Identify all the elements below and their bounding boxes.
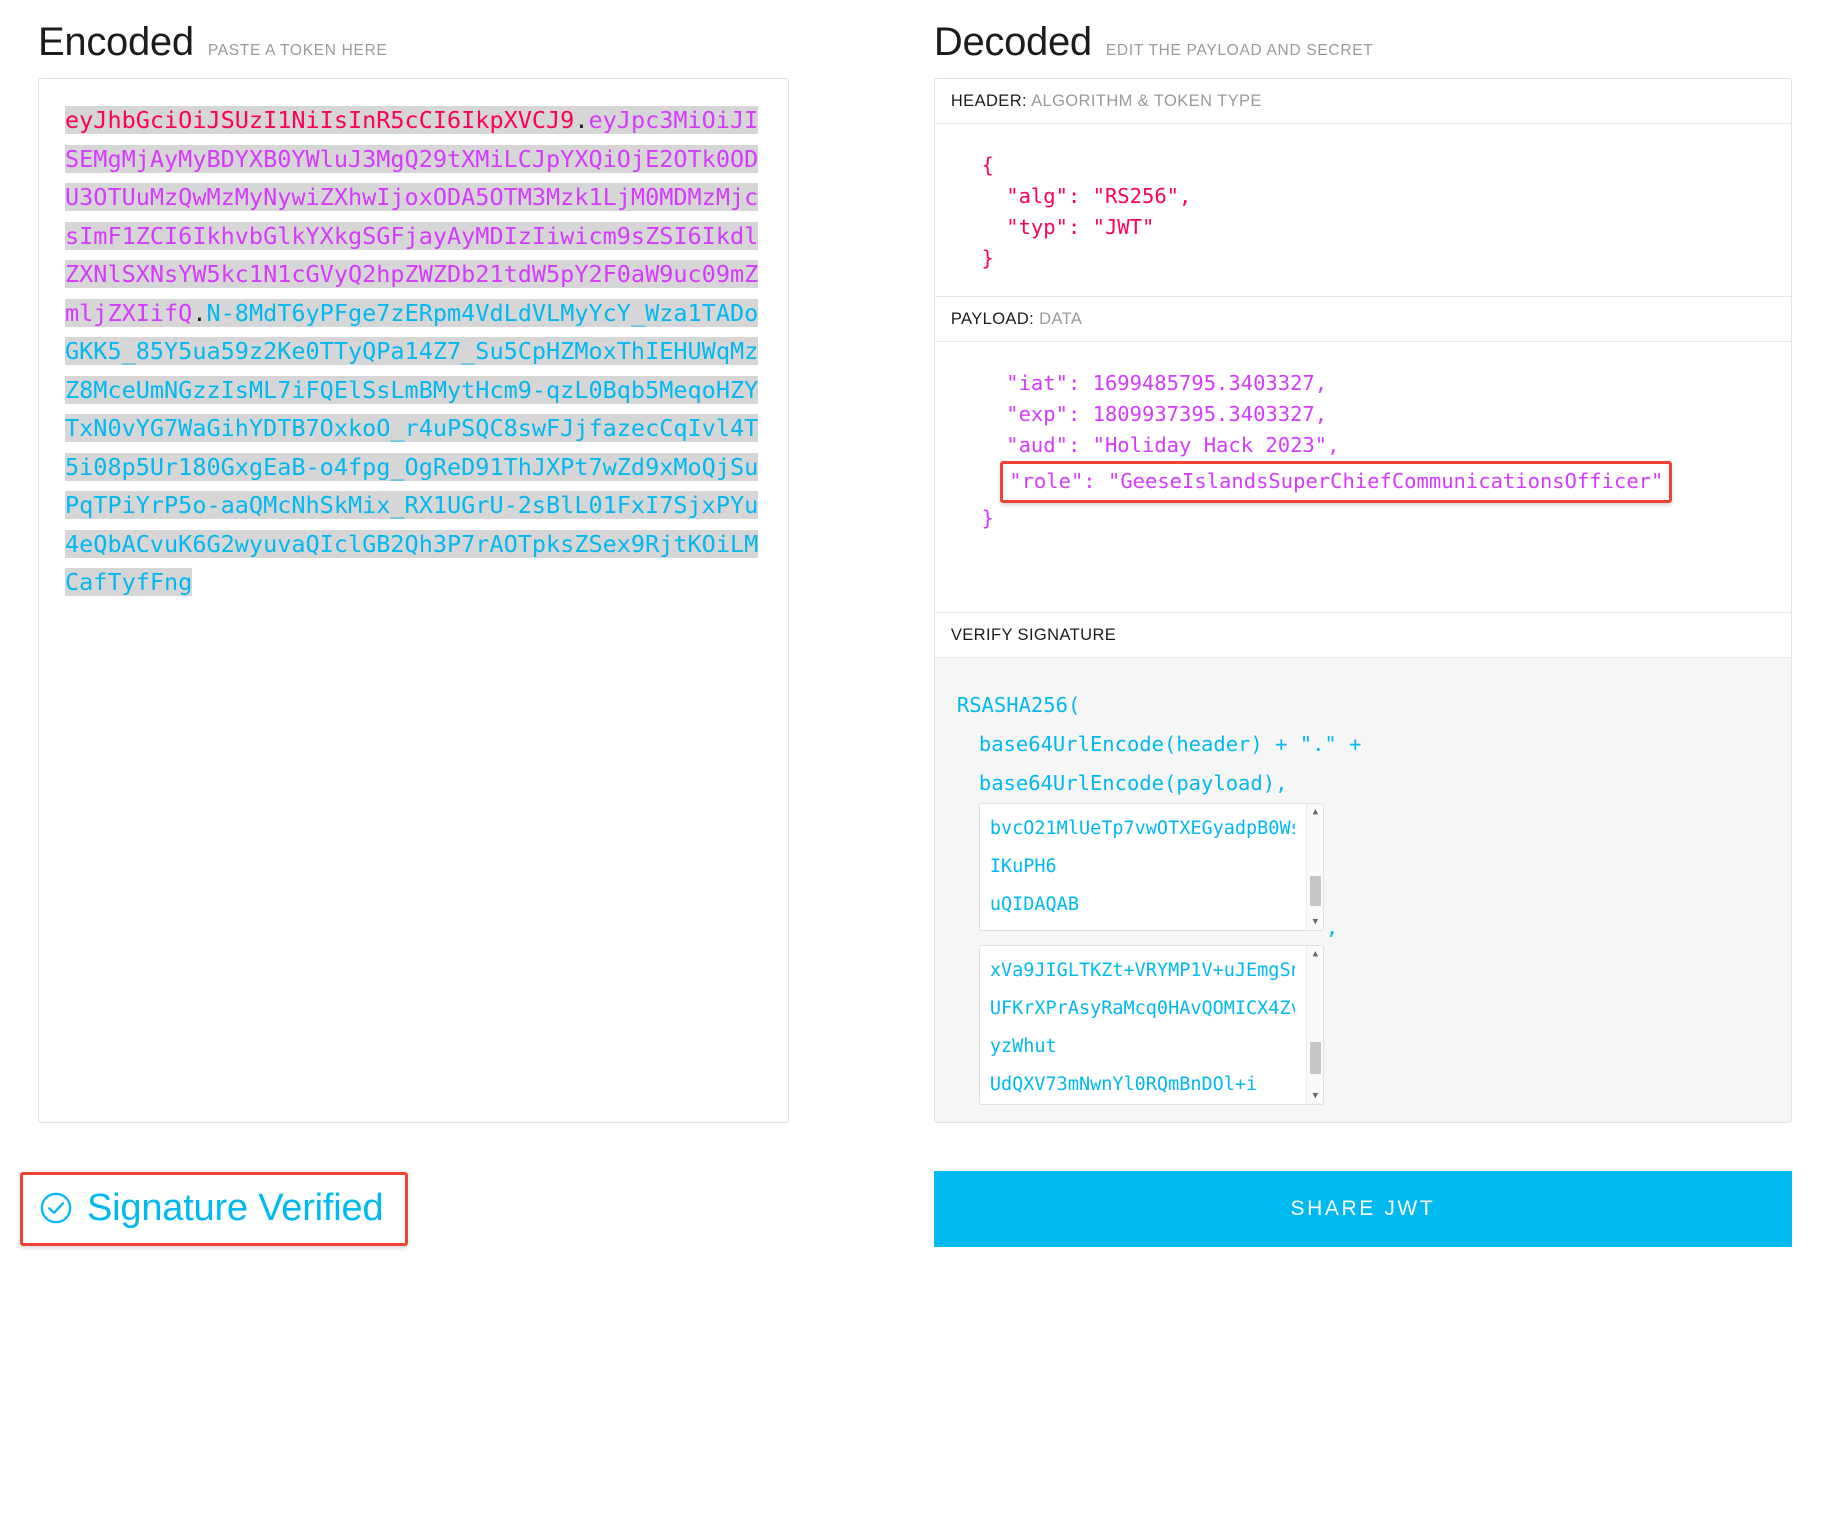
signature-editor[interactable]: RSASHA256( base64UrlEncode(header) + "."…	[934, 658, 1791, 1122]
jwt-separator-2: .	[192, 298, 207, 327]
sig-line-close-paren: )	[957, 1117, 1769, 1122]
payload-label-value: DATA	[1039, 310, 1083, 328]
sig-comma: ,	[1325, 915, 1339, 939]
payload-role-highlight[interactable]: "role": "GeeseIslandsSuperChiefCommunica…	[1000, 461, 1673, 503]
decoded-column: Decoded EDIT THE PAYLOAD AND SECRET HEAD…	[933, 0, 1792, 1123]
jwt-token-text[interactable]: eyJhbGciOiJSUzI1NiIsInR5cCI6IkpXVCJ9.eyJ…	[65, 106, 759, 597]
jwt-signature-segment: N-8MdT6yPFge7zERpm4VdLdVLMyYcY_Wza1TADoG…	[65, 298, 759, 597]
sig-line-b64-header: base64UrlEncode(header) + "." +	[978, 732, 1362, 756]
header-label-value: ALGORITHM & TOKEN TYPE	[1031, 92, 1262, 110]
scroll-up-icon[interactable]: ▲	[1307, 804, 1323, 820]
header-json-editor[interactable]: { "alg": "RS256", "typ": "JWT" }	[935, 124, 1791, 296]
footer-bar: Signature Verified SHARE JWT	[0, 1171, 1830, 1247]
encoded-token-input[interactable]: eyJhbGciOiJSUzI1NiIsInR5cCI6IkpXVCJ9.eyJ…	[38, 78, 789, 1123]
public-key-line-1: IKuPH6	[989, 856, 1057, 877]
signature-section-label: VERIFY SIGNATURE	[934, 612, 1791, 658]
payload-label-key: PAYLOAD:	[950, 310, 1035, 328]
scroll-down-icon-2[interactable]: ▼	[1307, 1088, 1323, 1104]
jwt-debugger-page: Encoded PASTE A TOKEN HERE eyJhbGciOiJSU…	[0, 0, 1830, 1524]
public-key-scrollbar[interactable]: ▲ ▼	[1305, 804, 1323, 930]
payload-json-editor[interactable]: "iat": 1699485795.3403327, "exp": 180993…	[935, 342, 1791, 612]
jwt-separator-1: .	[574, 106, 589, 134]
public-key-line-3: -----END PUBLIC KEY-----	[990, 924, 1295, 930]
public-key-line-0: bvcO21MlUeTp7vwOTXEGyadpB0Wsu	[989, 818, 1295, 839]
jwt-payload-segment: eyJpc3MiOiJISEMgMjAyMyBDYXB0YWluJ3MgQ29t…	[65, 106, 759, 327]
payload-line-close: }	[956, 506, 994, 530]
private-key-scroll-thumb[interactable]	[1309, 1042, 1321, 1074]
payload-line-exp: "exp": 1809937395.3403327,	[956, 402, 1328, 426]
encoded-heading: Encoded PASTE A TOKEN HERE	[38, 0, 789, 78]
encoded-subtitle: PASTE A TOKEN HERE	[207, 42, 388, 59]
jwt-header-segment: eyJhbGciOiJSUzI1NiIsInR5cCI6IkpXVCJ9	[65, 106, 575, 134]
share-jwt-button[interactable]: SHARE JWT	[933, 1171, 1792, 1247]
main-columns: Encoded PASTE A TOKEN HERE eyJhbGciOiJSU…	[0, 0, 1830, 1123]
payload-line-aud: "aud": "Holiday Hack 2023",	[956, 433, 1340, 457]
scroll-down-icon[interactable]: ▼	[1307, 914, 1323, 930]
private-key-scrollbar[interactable]: ▲ ▼	[1305, 946, 1323, 1104]
scroll-up-icon-2[interactable]: ▲	[1307, 946, 1323, 962]
decoded-heading: Decoded EDIT THE PAYLOAD AND SECRET	[934, 0, 1792, 78]
signature-verified-text: Signature Verified	[87, 1187, 384, 1229]
share-button-wrap: SHARE JWT	[933, 1171, 1792, 1247]
header-label-key: HEADER:	[950, 92, 1028, 110]
private-key-textarea[interactable]: xVa9JIGLTKZt+VRYMP1V+uJEmgSnw UFKrXPrAsy…	[978, 945, 1324, 1105]
payload-line-role: "role": "GeeseIslandsSuperChiefCommunica…	[1009, 469, 1664, 493]
public-key-textarea[interactable]: bvcO21MlUeTp7vwOTXEGyadpB0Wsu IKuPH6 uQI…	[978, 803, 1324, 931]
private-key-line-0: xVa9JIGLTKZt+VRYMP1V+uJEmgSnw	[989, 960, 1295, 981]
status-badge: Signature Verified	[20, 1172, 409, 1246]
payload-section-label: PAYLOAD: DATA	[934, 296, 1791, 342]
private-key-line-4: -----END PRIVATE KEY-----	[990, 1104, 1295, 1105]
header-section-label: HEADER: ALGORITHM & TOKEN TYPE	[934, 79, 1791, 124]
private-key-line-1: UFKrXPrAsyRaMcq0HAvQOMICX4ZvG	[989, 998, 1295, 1019]
decoded-title: Decoded	[933, 20, 1092, 64]
check-circle-icon	[40, 1192, 72, 1224]
encoded-title: Encoded	[38, 20, 194, 64]
private-key-line-2: yzWhut	[989, 1036, 1057, 1057]
sig-line-rsasha256: RSASHA256(	[956, 693, 1081, 717]
encoded-column: Encoded PASTE A TOKEN HERE eyJhbGciOiJSU…	[38, 0, 789, 1123]
verify-status-wrap: Signature Verified	[20, 1172, 789, 1246]
payload-line-iat: "iat": 1699485795.3403327,	[956, 371, 1328, 395]
decoded-panel: HEADER: ALGORITHM & TOKEN TYPE { "alg": …	[933, 78, 1792, 1123]
sig-line-b64-payload: base64UrlEncode(payload),	[978, 771, 1288, 795]
public-key-line-2: uQIDAQAB	[989, 894, 1079, 915]
private-key-line-3: UdQXV73mNwnYl0RQmBnDOl+i	[989, 1074, 1258, 1095]
public-key-scroll-thumb[interactable]	[1309, 876, 1321, 906]
decoded-subtitle: EDIT THE PAYLOAD AND SECRET	[1105, 42, 1374, 59]
